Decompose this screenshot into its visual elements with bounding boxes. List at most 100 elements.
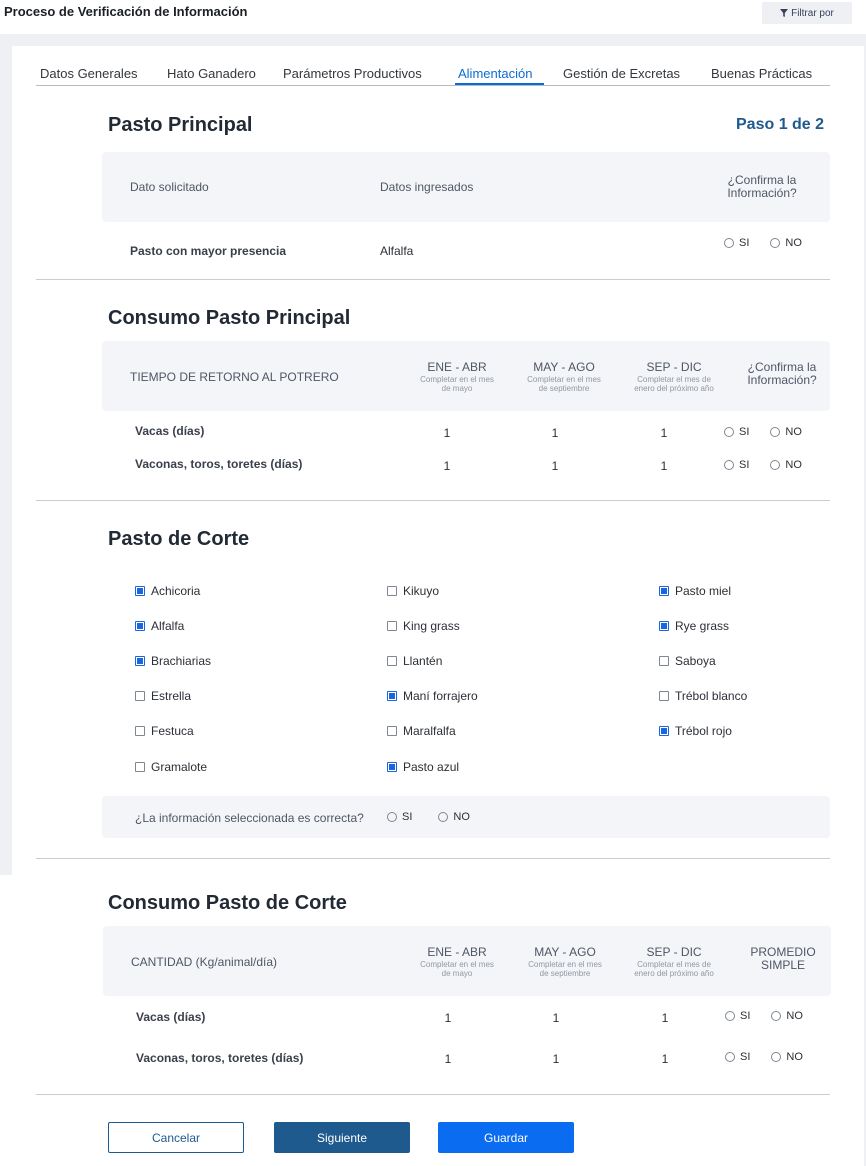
col-period-sub: Completar el mes de [637, 375, 711, 384]
section-title-pasto-principal: Pasto Principal [108, 114, 253, 136]
col-period-sub: de mayo [441, 969, 473, 978]
radio-circle-icon [724, 460, 734, 470]
radio-circle-icon [725, 1052, 735, 1062]
row-value-pasto-mayor: Alfalfa [380, 244, 414, 258]
tab-gestion-excretas[interactable]: Gestión de Excretas [563, 66, 680, 81]
row-label-vaconas: Vaconas, toros, toretes (días) [135, 457, 303, 471]
row-label-vacas: Vacas (días) [135, 424, 205, 438]
section-divider [36, 858, 830, 859]
checkbox-pasto-azul[interactable]: Pasto azul [387, 760, 459, 774]
radio-circle-icon [770, 427, 781, 437]
radio-circle-icon [770, 460, 781, 470]
section-divider [36, 500, 830, 501]
radio-no[interactable]: NO [771, 1051, 803, 1063]
checkbox-achicoria[interactable]: Achicoria [135, 584, 200, 598]
col-datos-ingresados: Datos ingresados [380, 180, 474, 194]
confirm-radio-group-pp: SI NO [724, 237, 802, 249]
radio-si[interactable]: SI [387, 811, 412, 823]
checkbox-trebol-rojo[interactable]: Trébol rojo [659, 724, 732, 738]
col-promedio-line2: SIMPLE [760, 958, 805, 972]
section-divider [36, 279, 830, 280]
checkbox-empty-icon [659, 691, 669, 701]
filter-button[interactable]: Filtrar por [762, 2, 852, 24]
cell-value: 1 [552, 1011, 560, 1025]
confirm-radio-group-vaconas: SI NO [724, 459, 802, 471]
radio-si[interactable]: SI [725, 1010, 750, 1022]
radio-si[interactable]: SI [724, 459, 749, 471]
radio-no[interactable]: NO [770, 426, 802, 438]
checkbox-brachiarias[interactable]: Brachiarias [135, 654, 211, 668]
filter-icon [780, 9, 789, 17]
checkbox-empty-icon [387, 656, 397, 666]
save-button[interactable]: Guardar [438, 1122, 574, 1153]
question-radio-group: SI NO [387, 811, 470, 823]
checkbox-checked-icon [135, 586, 145, 596]
section-title-consumo-principal: Consumo Pasto Principal [108, 307, 351, 329]
col-period-sub: Completar en el mes [527, 375, 601, 384]
active-tab-indicator [455, 83, 544, 85]
page-title: Proceso de Verificación de Información [4, 4, 248, 19]
tab-bar: Datos Generales Hato Ganadero Parámetros… [36, 60, 830, 86]
radio-no[interactable]: NO [438, 811, 470, 823]
row-label-vacas: Vacas (días) [136, 1010, 206, 1024]
radio-si[interactable]: SI [725, 1051, 750, 1063]
tab-buenas-practicas[interactable]: Buenas Prácticas [711, 66, 812, 81]
tab-parametros-productivos[interactable]: Parámetros Productivos [283, 66, 422, 81]
col-period-sub: Completar en el mes [528, 960, 602, 969]
tab-datos-generales[interactable]: Datos Generales [40, 66, 138, 81]
checkbox-pasto-miel[interactable]: Pasto miel [659, 584, 731, 598]
radio-group-corte-vaconas: SI NO [725, 1051, 803, 1063]
checkbox-king-grass[interactable]: King grass [387, 619, 460, 633]
cell-value: 1 [443, 459, 451, 473]
left-strip [0, 875, 12, 1166]
checkbox-estrella[interactable]: Estrella [135, 689, 191, 703]
section-divider [36, 1094, 830, 1095]
col-confirma-line2: Información? [727, 186, 797, 200]
col-period-sub: de septiembre [538, 384, 590, 393]
radio-circle-icon [770, 238, 781, 248]
checkbox-saboya[interactable]: Saboya [659, 654, 716, 668]
checkbox-mani-forrajero[interactable]: Maní forrajero [387, 689, 478, 703]
checkbox-empty-icon [135, 726, 145, 736]
cell-value: 1 [660, 459, 668, 473]
cell-value: 1 [444, 1011, 452, 1025]
checkbox-empty-icon [135, 762, 145, 772]
checkbox-maralfalfa[interactable]: Maralfalfa [387, 724, 456, 738]
col-dato-solicitado: Dato solicitado [130, 180, 209, 194]
radio-no[interactable]: NO [771, 1010, 803, 1022]
tab-hato-ganadero[interactable]: Hato Ganadero [167, 66, 256, 81]
radio-no[interactable]: NO [770, 237, 802, 249]
col-cantidad: CANTIDAD (Kg/animal/día) [131, 955, 278, 969]
cancel-button[interactable]: Cancelar [108, 1122, 244, 1153]
checkbox-empty-icon [659, 656, 669, 666]
tab-alimentacion[interactable]: Alimentación [458, 66, 532, 81]
checkbox-rye-grass[interactable]: Rye grass [659, 619, 729, 633]
col-period-sub: de septiembre [539, 969, 591, 978]
cell-value: 1 [443, 426, 451, 440]
next-button[interactable]: Siguiente [274, 1122, 410, 1153]
cell-value: 1 [552, 1052, 560, 1066]
checkbox-checked-icon [659, 726, 669, 736]
checkbox-gramalote[interactable]: Gramalote [135, 760, 207, 774]
col-confirma-line2: Información? [747, 373, 817, 387]
checkbox-alfalfa[interactable]: Alfalfa [135, 619, 184, 633]
radio-si[interactable]: SI [724, 426, 749, 438]
checkbox-festuca[interactable]: Festuca [135, 724, 194, 738]
radio-no[interactable]: NO [770, 459, 802, 471]
filter-label: Filtrar por [791, 7, 834, 19]
radio-circle-icon [771, 1052, 782, 1062]
cell-value: 1 [551, 459, 559, 473]
col-period-sub: enero del próximo año [634, 384, 714, 393]
step-indicator: Paso 1 de 2 [736, 116, 825, 133]
checkbox-kikuyo[interactable]: Kikuyo [387, 584, 439, 598]
checkbox-empty-icon [387, 586, 397, 596]
checkbox-llanten[interactable]: Llantén [387, 654, 442, 668]
section-title-consumo-corte: Consumo Pasto de Corte [108, 892, 347, 914]
radio-circle-icon [771, 1011, 782, 1021]
cell-value: 1 [551, 426, 559, 440]
cell-value: 1 [444, 1052, 452, 1066]
col-period-may-ago: MAY - AGO [533, 360, 595, 374]
radio-si[interactable]: SI [724, 237, 749, 249]
col-period-sub: Completar en el mes [420, 375, 494, 384]
checkbox-trebol-blanco[interactable]: Trébol blanco [659, 689, 747, 703]
